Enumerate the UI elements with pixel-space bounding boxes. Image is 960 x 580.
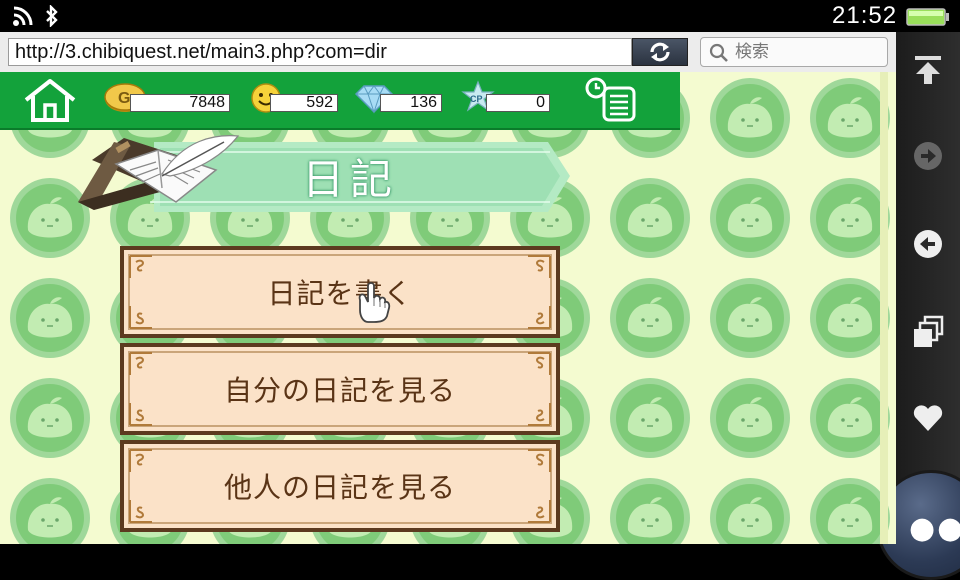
ornament-icon bbox=[528, 306, 551, 329]
reload-button[interactable] bbox=[632, 38, 688, 66]
ornament-icon bbox=[129, 306, 152, 329]
gold-count: 7848 bbox=[130, 94, 230, 112]
ornament-icon bbox=[129, 255, 152, 278]
forward-button[interactable] bbox=[908, 136, 948, 176]
reload-icon bbox=[650, 42, 670, 62]
wifi-icon bbox=[12, 5, 34, 31]
ornament-icon bbox=[528, 255, 551, 278]
battery-icon bbox=[906, 7, 949, 26]
view-others-diary-label: 他人の日記を見る bbox=[223, 471, 456, 504]
bookmark-button[interactable] bbox=[908, 398, 948, 438]
scroll-top-button[interactable] bbox=[908, 50, 948, 90]
status-hud: G 7848 592 136 CP 0 bbox=[0, 72, 680, 130]
hand-cursor-icon bbox=[350, 280, 394, 324]
diamond-count: 136 bbox=[380, 94, 442, 112]
view-others-diary-button[interactable]: 他人の日記を見る bbox=[120, 440, 560, 532]
web-content: G 7848 592 136 CP 0 日記 日記を書く 自分の日記を見る 他人… bbox=[0, 72, 896, 544]
ornament-icon bbox=[528, 403, 551, 426]
page-scrollbar[interactable] bbox=[880, 72, 888, 544]
ornament-icon bbox=[528, 352, 551, 375]
smile-count: 592 bbox=[270, 94, 338, 112]
tabs-icon bbox=[914, 315, 944, 347]
ornament-icon bbox=[528, 500, 551, 523]
heart-icon bbox=[913, 405, 943, 431]
search-icon bbox=[709, 43, 728, 62]
url-field[interactable]: http://3.chibiquest.net/main3.php?com=di… bbox=[8, 38, 632, 66]
history-button[interactable] bbox=[584, 76, 640, 124]
status-bar: 21:52 bbox=[0, 0, 960, 32]
ornament-icon bbox=[129, 449, 152, 472]
home-button[interactable] bbox=[22, 78, 78, 124]
history-list-icon bbox=[585, 77, 636, 122]
bluetooth-icon bbox=[44, 4, 60, 31]
ornament-icon bbox=[528, 449, 551, 472]
back-icon bbox=[914, 230, 942, 258]
search-field[interactable]: 検索 bbox=[700, 37, 888, 67]
cp-badge-text: CP bbox=[470, 94, 483, 104]
page-title: 日記 bbox=[301, 155, 398, 204]
view-my-diary-label: 自分の日記を見る bbox=[223, 374, 456, 407]
ornament-icon bbox=[129, 352, 152, 375]
more-icon: ●●● bbox=[909, 511, 960, 546]
ornament-icon bbox=[129, 403, 152, 426]
gold-badge-text: G bbox=[118, 90, 130, 107]
tabs-button[interactable] bbox=[908, 312, 948, 352]
write-diary-button[interactable]: 日記を書く bbox=[120, 246, 560, 338]
home-icon bbox=[24, 79, 76, 122]
browser-sidebar bbox=[896, 32, 960, 544]
cp-count: 0 bbox=[486, 94, 550, 112]
view-my-diary-button[interactable]: 自分の日記を見る bbox=[120, 343, 560, 435]
scroll-top-icon bbox=[915, 56, 941, 84]
forward-icon bbox=[914, 142, 942, 170]
back-button[interactable] bbox=[908, 224, 948, 264]
search-placeholder: 検索 bbox=[735, 42, 769, 62]
ornament-icon bbox=[129, 500, 152, 523]
clock: 21:52 bbox=[832, 2, 898, 29]
